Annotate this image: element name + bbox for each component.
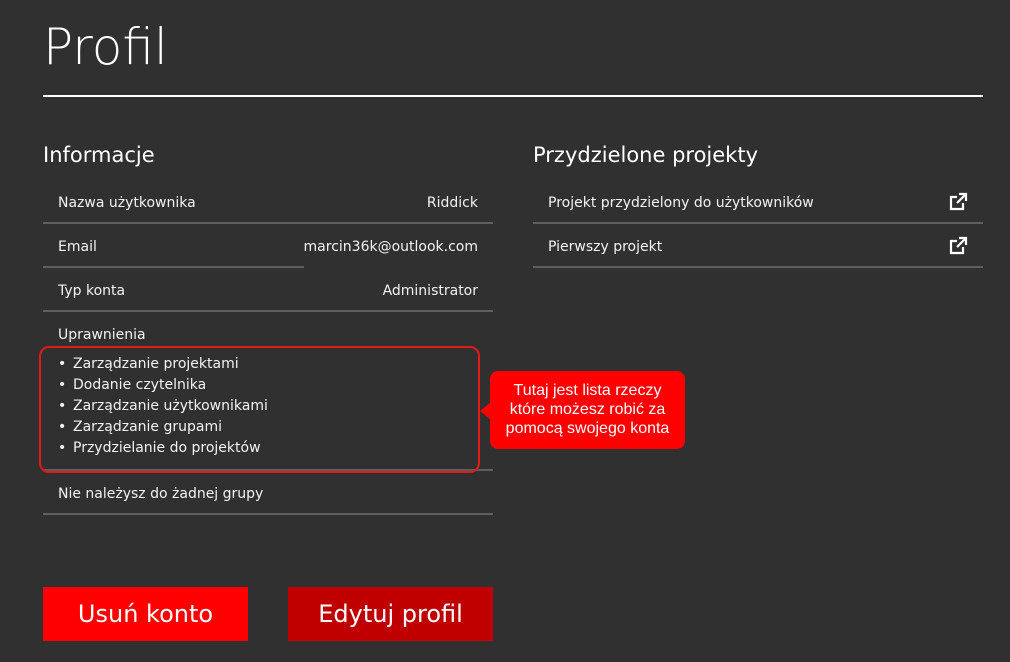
callout-line: które możesz robić za [509, 401, 666, 418]
permissions-highlight-frame [39, 346, 480, 473]
page-title: Profil [43, 18, 168, 76]
info-section-heading: Informacje [43, 143, 155, 167]
external-link-icon[interactable] [948, 236, 968, 256]
username-value: Riddick [426, 195, 478, 211]
account-type-row: Typ konta Administrator [43, 268, 493, 312]
callout-line: Tutaj jest lista rzeczy [513, 382, 662, 399]
divider [43, 513, 493, 515]
title-divider [43, 95, 983, 97]
account-type-value: Administrator [382, 283, 478, 299]
username-row: Nazwa użytkownika Riddick [43, 180, 493, 224]
groups-text: Nie należysz do żadnej grupy [58, 486, 264, 502]
permissions-label: Uprawnienia [58, 327, 146, 343]
email-label: Email [58, 239, 97, 255]
edit-profile-button[interactable]: Edytuj profil [288, 587, 493, 641]
email-value: marcin36k@outlook.com [303, 239, 478, 255]
projects-section-heading: Przydzielone projekty [533, 143, 759, 167]
username-label: Nazwa użytkownika [58, 195, 196, 211]
annotation-callout: Tutaj jest lista rzeczy które możesz rob… [490, 371, 685, 449]
callout-line: pomocą swojego konta [505, 420, 670, 437]
account-type-label: Typ konta [58, 283, 126, 299]
groups-row: Nie należysz do żadnej grupy [43, 471, 493, 515]
delete-account-button[interactable]: Usuń konto [43, 587, 248, 641]
email-row: Email marcin36k@outlook.com [43, 224, 493, 268]
project-row[interactable]: Projekt przydzielony do użytkowników [533, 180, 983, 224]
project-row[interactable]: Pierwszy projekt [533, 224, 983, 268]
project-name: Projekt przydzielony do użytkowników [548, 195, 814, 211]
external-link-icon[interactable] [948, 192, 968, 212]
divider [533, 266, 983, 268]
project-name: Pierwszy projekt [548, 239, 663, 255]
